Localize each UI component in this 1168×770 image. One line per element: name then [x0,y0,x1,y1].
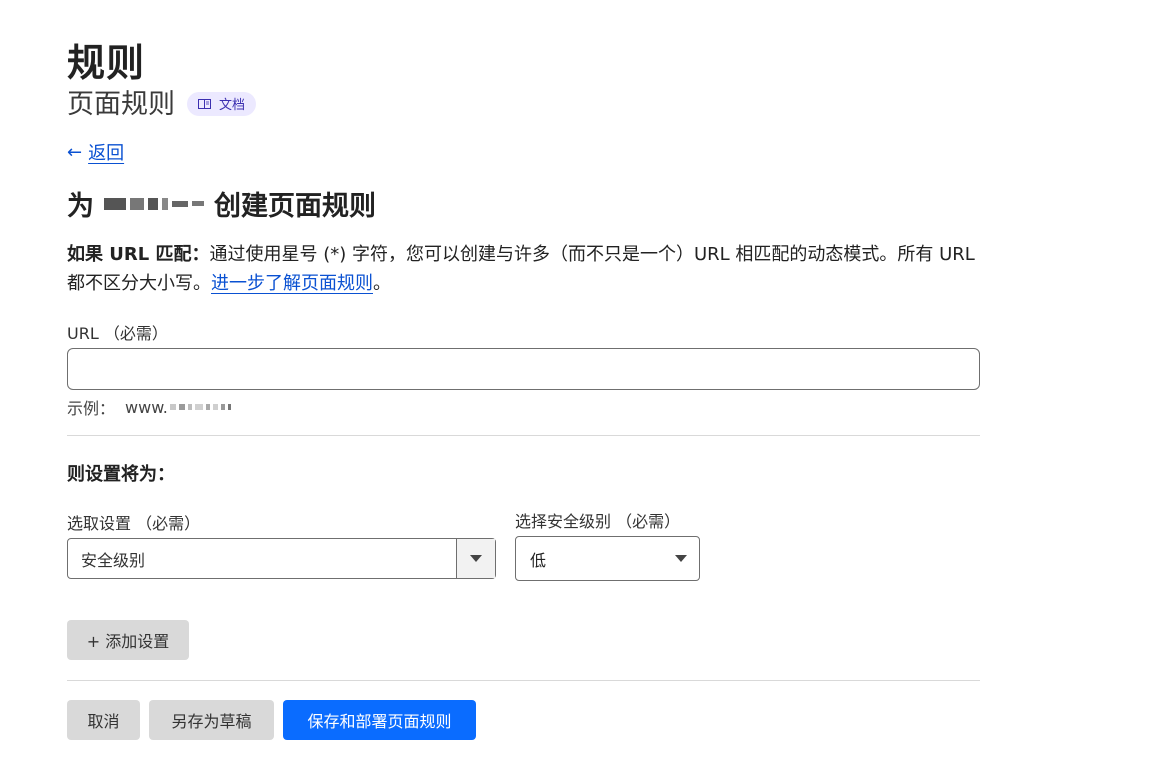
docs-badge-label: 文档 [219,98,246,113]
form-title-suffix: 创建页面规则 [214,191,376,222]
settings-title: 则设置将为： [67,464,175,485]
security-level-select[interactable]: 低 [515,536,700,581]
actions-divider [67,680,980,681]
url-label: URL （必需） [67,324,168,343]
setting-label: 选取设置 （必需） [67,514,201,533]
save-deploy-button[interactable]: 保存和部署页面规则 [283,700,476,740]
description: 如果 URL 匹配：通过使用星号 (*) 字符，您可以创建与许多（而不只是一个）… [67,240,980,298]
description-bold: 如果 URL 匹配： [67,244,210,265]
url-input[interactable] [67,348,980,390]
subtitle-row: 页面规则 文档 [67,82,257,121]
back-link[interactable]: ← 返回 [67,139,124,165]
learn-more-link[interactable]: 进一步了解页面规则 [211,273,373,294]
setting-select-value: 安全级别 [81,550,146,570]
url-example: 示例： www. [67,395,231,419]
description-end: 。 [373,273,391,294]
section-divider [67,435,980,436]
docs-badge[interactable]: 文档 [187,91,257,116]
example-value-prefix: www. [125,397,168,417]
save-draft-button[interactable]: 另存为草稿 [149,700,274,740]
back-link-label: 返回 [88,143,125,164]
example-label: 示例： [67,399,116,418]
caret-down-icon [470,555,482,562]
caret-down-icon [675,555,687,562]
arrow-left-icon: ← [67,141,83,163]
add-setting-button[interactable]: + 添加设置 [67,620,189,660]
setting-dropdown-toggle[interactable] [456,539,495,578]
security-level-value: 低 [530,550,547,570]
cancel-button[interactable]: 取消 [67,700,140,740]
book-icon [198,98,211,109]
redacted-example [169,404,231,410]
form-title-prefix: 为 [67,191,94,222]
security-level-label: 选择安全级别 （必需） [515,512,681,531]
page-title: 规则 [67,41,146,85]
page-subtitle: 页面规则 [67,89,175,120]
form-title: 为 创建页面规则 [67,184,376,223]
redacted-domain [104,197,204,210]
setting-select[interactable]: 安全级别 [67,538,496,579]
